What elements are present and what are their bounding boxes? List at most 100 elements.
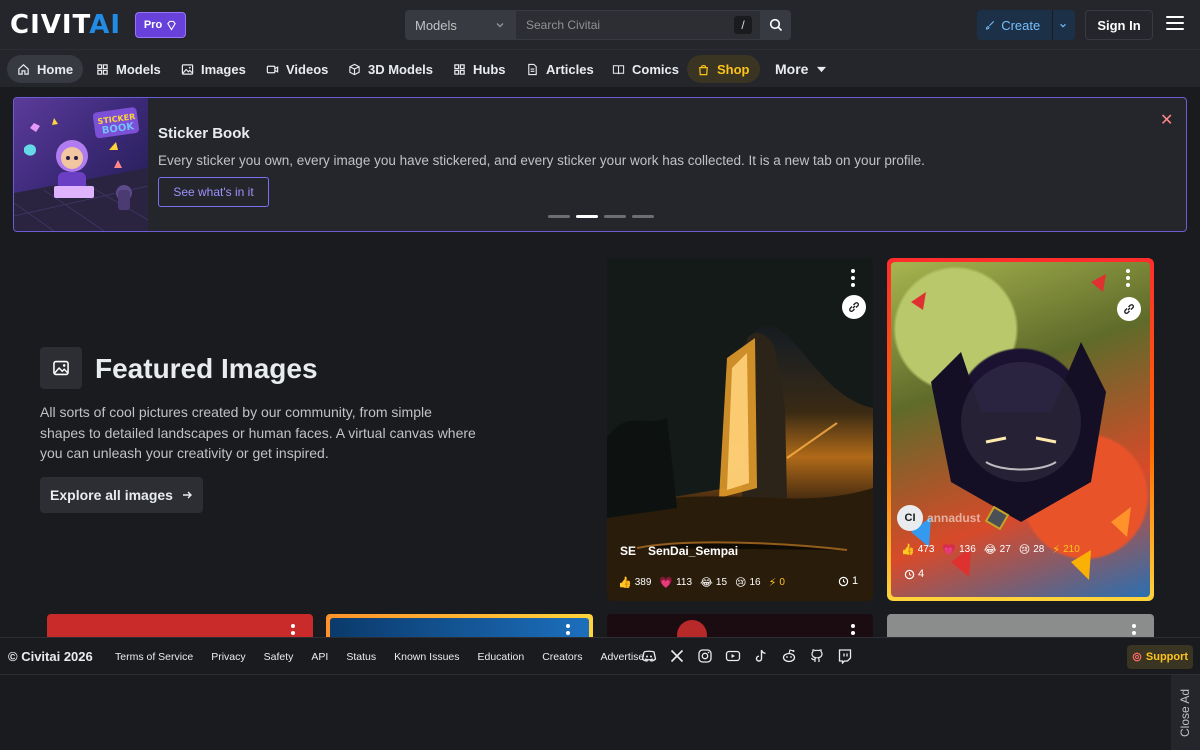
nav-item-shop[interactable]: Shop bbox=[687, 55, 760, 83]
buzz-reaction[interactable]: ⚡ 210 bbox=[1052, 543, 1079, 556]
chevron-down-icon[interactable] bbox=[1059, 20, 1067, 31]
image-card[interactable] bbox=[47, 614, 313, 638]
card-author[interactable]: CI annadust bbox=[897, 505, 1010, 531]
image-card[interactable] bbox=[887, 614, 1154, 638]
search-shortcut-key: / bbox=[734, 16, 752, 34]
grid-icon bbox=[454, 63, 465, 75]
image-card[interactable]: CI annadust 👍 473 💗 136 😂 27 😢 28 ⚡ 210 4 bbox=[887, 258, 1154, 601]
github-icon[interactable] bbox=[809, 648, 825, 664]
image-icon bbox=[181, 63, 194, 75]
nav-item-3d-models[interactable]: 3D Models bbox=[338, 55, 443, 83]
search-type-value: Models bbox=[415, 17, 457, 33]
footer-link-advertise[interactable]: Advertise bbox=[600, 651, 644, 663]
footer-link-terms[interactable]: Terms of Service bbox=[115, 651, 193, 663]
x-twitter-icon[interactable] bbox=[669, 648, 685, 664]
carousel-dot[interactable] bbox=[548, 215, 570, 218]
footer-link-api[interactable]: API bbox=[311, 651, 328, 663]
footer-link-education[interactable]: Education bbox=[478, 651, 525, 663]
heart-reaction[interactable]: 💗 136 bbox=[942, 543, 975, 556]
laugh-reaction[interactable]: 😂 15 bbox=[700, 576, 727, 589]
civitai-logo[interactable]: CIVITAI bbox=[10, 12, 121, 38]
more-options-icon[interactable] bbox=[1132, 624, 1136, 638]
diamond-icon bbox=[167, 20, 177, 31]
carousel-dot[interactable] bbox=[632, 215, 654, 218]
nav-item-hubs[interactable]: Hubs bbox=[443, 55, 516, 83]
reaction-bar: 👍 473 💗 136 😂 27 😢 28 ⚡ 210 bbox=[901, 543, 1080, 556]
nav-item-home[interactable]: Home bbox=[7, 55, 84, 83]
card-author[interactable]: SE SenDai_Sempai bbox=[620, 544, 738, 558]
search-button[interactable] bbox=[761, 10, 791, 40]
fox-butterfly-image: CI annadust 👍 473 💗 136 😂 27 😢 28 ⚡ 210 4 bbox=[891, 262, 1150, 597]
nav-item-comics[interactable]: Comics bbox=[602, 55, 689, 83]
tiktok-icon[interactable] bbox=[753, 648, 769, 664]
search-type-select[interactable]: Models bbox=[405, 10, 515, 40]
like-reaction[interactable]: 👍 473 bbox=[901, 543, 934, 556]
support-button[interactable]: Support bbox=[1127, 645, 1193, 669]
thumbs-up-icon: 👍 bbox=[901, 544, 915, 556]
search-bar: Models Search Civitai / bbox=[405, 10, 791, 40]
image-card[interactable] bbox=[326, 614, 593, 638]
footer-link-known-issues[interactable]: Known Issues bbox=[394, 651, 459, 663]
laugh-count: 27 bbox=[999, 544, 1011, 555]
link-icon[interactable] bbox=[842, 295, 866, 319]
close-icon[interactable]: ✕ bbox=[1160, 110, 1173, 130]
thumbs-up-icon: 👍 bbox=[618, 577, 632, 589]
social-links bbox=[641, 648, 853, 664]
pro-badge[interactable]: Pro bbox=[135, 12, 186, 38]
cry-reaction[interactable]: 😢 28 bbox=[1019, 543, 1045, 556]
nav-item-models[interactable]: Models bbox=[86, 55, 171, 83]
search-input[interactable]: Search Civitai / bbox=[515, 10, 761, 40]
instagram-icon[interactable] bbox=[697, 648, 713, 664]
footer-links: Terms of Service Privacy Safety API Stat… bbox=[115, 651, 644, 663]
like-reaction[interactable]: 👍 389 bbox=[618, 576, 651, 589]
like-count: 389 bbox=[634, 577, 652, 588]
close-ad-button[interactable]: Close Ad bbox=[1171, 675, 1200, 750]
nav-label: Videos bbox=[286, 61, 329, 77]
footer-link-privacy[interactable]: Privacy bbox=[211, 651, 245, 663]
heart-icon: 💗 bbox=[659, 577, 674, 589]
more-options-icon[interactable] bbox=[566, 624, 570, 638]
more-options-icon[interactable] bbox=[291, 624, 295, 638]
twitch-icon[interactable] bbox=[837, 648, 853, 664]
sign-in-button[interactable]: Sign In bbox=[1085, 10, 1153, 40]
link-icon[interactable] bbox=[1117, 297, 1141, 321]
nav-label: Models bbox=[116, 61, 161, 77]
reaction-bar: 👍 389 💗 113 😂 15 😢 16 ⚡ 0 bbox=[618, 576, 785, 589]
image-card[interactable]: SE SenDai_Sempai 👍 389 💗 113 😂 15 😢 16 ⚡ 0 1 bbox=[607, 258, 873, 601]
bag-icon bbox=[699, 64, 708, 75]
heart-reaction[interactable]: 💗 113 bbox=[659, 576, 692, 589]
bolt-icon: ⚡ bbox=[1052, 544, 1061, 556]
menu-icon[interactable] bbox=[1166, 16, 1184, 34]
carousel-dot[interactable] bbox=[604, 215, 626, 218]
nav-item-images[interactable]: Images bbox=[171, 55, 256, 83]
reddit-icon[interactable] bbox=[781, 648, 797, 664]
explore-images-button[interactable]: Explore all images bbox=[40, 477, 203, 513]
more-options-icon[interactable] bbox=[851, 624, 855, 638]
banner-description: Every sticker you own, every image you h… bbox=[158, 153, 925, 168]
nav-item-more[interactable]: More bbox=[765, 55, 838, 83]
comment-count-badge[interactable]: 4 bbox=[904, 568, 924, 580]
laugh-reaction[interactable]: 😂 27 bbox=[984, 543, 1011, 556]
create-button[interactable]: Create bbox=[977, 10, 1075, 40]
carousel-dot-active[interactable] bbox=[576, 215, 598, 218]
buzz-reaction[interactable]: ⚡ 0 bbox=[769, 576, 785, 589]
youtube-icon[interactable] bbox=[725, 648, 741, 664]
footer-link-safety[interactable]: Safety bbox=[264, 651, 294, 663]
footer-link-creators[interactable]: Creators bbox=[542, 651, 582, 663]
search-icon bbox=[769, 18, 783, 32]
comment-count-badge[interactable]: 1 bbox=[838, 575, 858, 587]
carousel-indicators bbox=[548, 215, 654, 218]
nav-item-videos[interactable]: Videos bbox=[256, 55, 338, 83]
creator-badge-icon bbox=[985, 505, 1010, 531]
nav-item-articles[interactable]: Articles bbox=[516, 55, 604, 83]
lifebuoy-icon bbox=[1132, 652, 1142, 662]
cry-reaction[interactable]: 😢 16 bbox=[735, 576, 761, 589]
footer-link-status[interactable]: Status bbox=[346, 651, 376, 663]
banner-cta-button[interactable]: See what's in it bbox=[158, 177, 269, 207]
more-options-icon[interactable] bbox=[851, 269, 855, 287]
image-card[interactable] bbox=[607, 614, 873, 638]
more-options-icon[interactable] bbox=[1126, 269, 1130, 287]
cube-icon bbox=[349, 63, 360, 75]
close-ad-label: Close Ad bbox=[1178, 688, 1192, 737]
discord-icon[interactable] bbox=[641, 648, 657, 664]
